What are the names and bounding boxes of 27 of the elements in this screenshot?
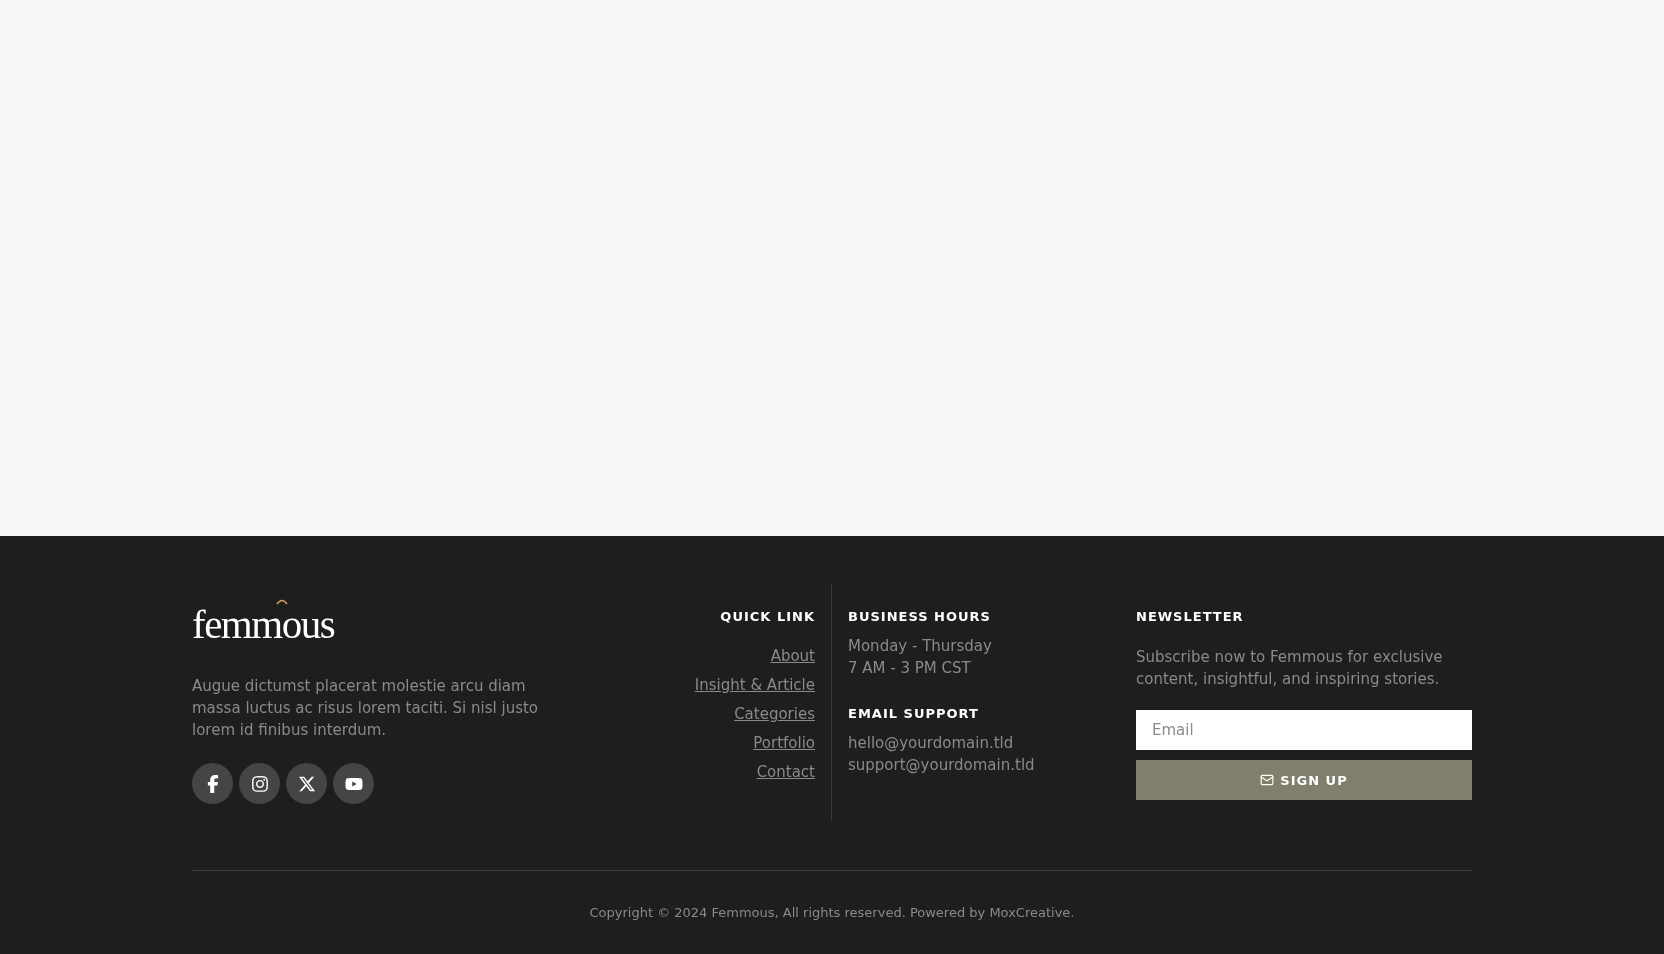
footer-link[interactable]: Portfolio [753,733,815,754]
logo[interactable]: femmous [192,601,335,647]
section-heading: BUSINESS HOURS [848,608,992,626]
instagram-link[interactable] [239,763,280,804]
instagram-icon [250,774,269,793]
footer-link[interactable]: About [770,646,815,667]
hours-text: 7 AM - 3 PM CST [848,658,972,679]
section-heading: NEWSLETTER [1136,608,1245,626]
x-link[interactable] [286,763,327,804]
sign-up-button[interactable]: SIGN UP [1136,760,1472,800]
accent-icon [276,598,288,605]
mail-icon [1260,773,1275,787]
facebook-link[interactable] [192,763,233,804]
copyright-text: Copyright © 2024 Femmous, All rights reserved. Powered by MoxCreative. [588,905,1076,920]
x-icon [297,774,316,793]
youtube-link[interactable] [333,763,374,804]
footer-link[interactable]: Contact [756,762,815,783]
section-heading: EMAIL SUPPORT [848,705,980,723]
email-field[interactable]: Email [1136,710,1472,750]
footer-link[interactable]: Insight & Article [694,675,815,696]
email-address: hello@yourdomain.tld [848,733,1015,754]
newsletter-text: Subscribe now to Femmous for exclusive content, insightful, and inspiring stories. [1136,647,1444,690]
brand-description: Augue dictumst placerat molestie arcu diam massa luctus ac risus lorem taciti. Si nisl justo lorem id finibus interdum. [192,676,540,741]
email-address: support@yourdomain.tld [848,755,1036,776]
hours-text: Monday - Thursday [848,636,993,657]
section-heading: QUICK LINK [720,608,815,626]
footer-link[interactable]: Categories [734,704,815,725]
